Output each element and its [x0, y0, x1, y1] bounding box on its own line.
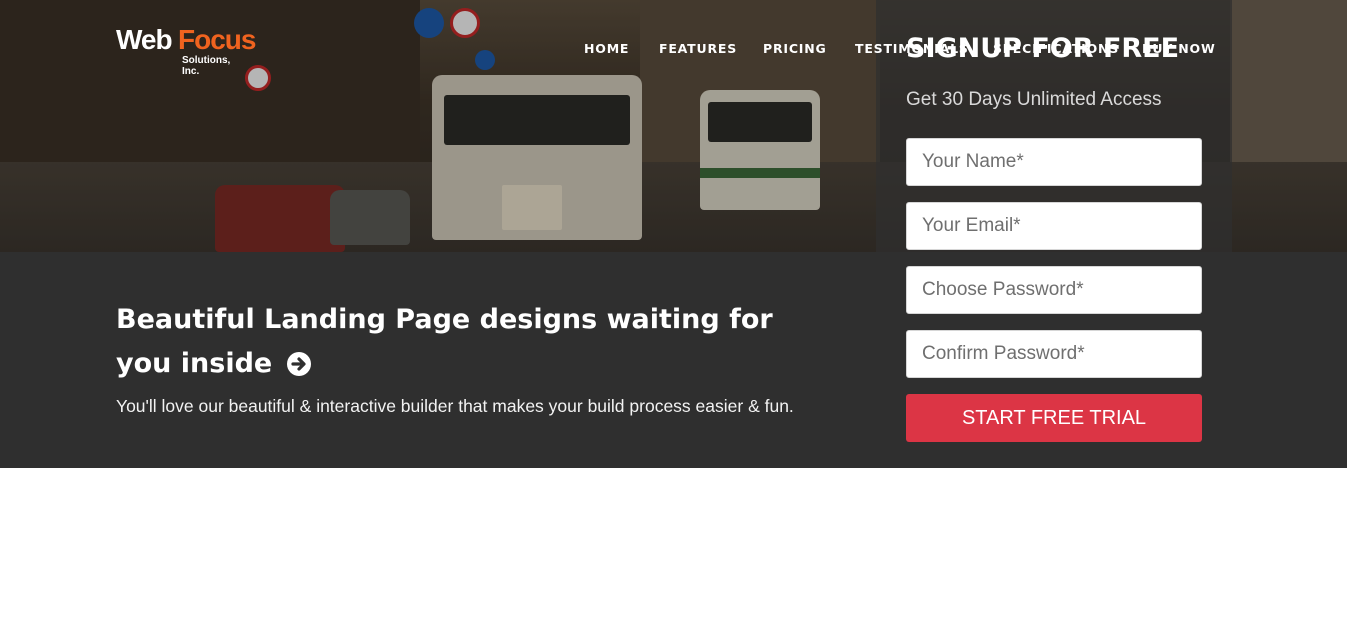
nav-testimonials[interactable]: TESTIMONIALS: [855, 41, 969, 56]
logo-primary-text: Web: [116, 24, 173, 55]
arrow-right-circle-icon[interactable]: [286, 351, 312, 377]
hero-headline-text: Beautiful Landing Page designs waiting f…: [116, 304, 773, 379]
confirm-password-field[interactable]: [906, 330, 1202, 378]
start-free-trial-button[interactable]: START FREE TRIAL: [906, 394, 1202, 442]
nav-pricing[interactable]: PRICING: [763, 41, 827, 56]
hero-headline: Beautiful Landing Page designs waiting f…: [116, 298, 816, 386]
name-field[interactable]: [906, 138, 1202, 186]
email-field[interactable]: [906, 202, 1202, 250]
signup-subtitle: Get 30 Days Unlimited Access: [906, 89, 1162, 110]
nav-buy-now[interactable]: BUY NOW: [1142, 41, 1216, 56]
company-logo[interactable]: Web Focus Solutions, Inc.: [116, 24, 256, 77]
nav-features[interactable]: FEATURES: [659, 41, 737, 56]
logo-accent-text: Focus: [178, 24, 256, 55]
nav-specifications[interactable]: SPECIFICATIONS: [993, 41, 1119, 56]
landing-page: Web Focus Solutions, Inc. SIGNUP FOR FRE…: [0, 0, 1347, 622]
nav-home[interactable]: HOME: [584, 41, 629, 56]
hero-tagline: You'll love our beautiful & interactive …: [116, 396, 794, 416]
password-field[interactable]: [906, 266, 1202, 314]
logo-subtitle: Solutions, Inc.: [182, 55, 231, 77]
